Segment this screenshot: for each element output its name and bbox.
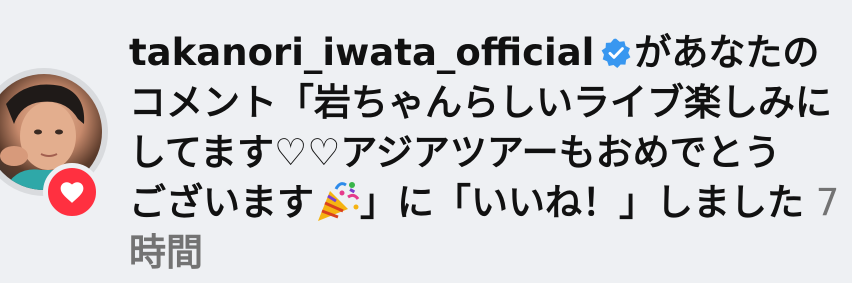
verified-badge-icon <box>601 38 631 69</box>
line4-end: 」に「いいね！」しました <box>360 181 804 224</box>
notification-row[interactable]: takanori_iwata_official があなたの コメント「岩ちゃんら… <box>0 0 852 283</box>
notification-line-4: ございます 」に「いいね！」しました 7 <box>129 178 852 228</box>
line1-suffix: があなたの <box>634 31 820 74</box>
notification-text[interactable]: takanori_iwata_official があなたの コメント「岩ちゃんら… <box>129 28 852 278</box>
timestamp-unit: 時間 <box>129 231 203 274</box>
heart-icon <box>60 182 84 203</box>
like-badge <box>43 163 101 221</box>
username[interactable]: takanori_iwata_official <box>129 31 594 74</box>
line4-start: ございます <box>129 181 314 224</box>
notification-line-1: takanori_iwata_official があなたの <box>129 28 852 78</box>
timestamp-number: 7 <box>804 181 840 224</box>
party-popper-icon <box>318 182 360 221</box>
notification-line-2: コメント「岩ちゃんらしいライブ楽しみに <box>129 81 832 124</box>
notification-line-3: してます♡♡アジアツアーもおめでとう <box>129 131 781 174</box>
